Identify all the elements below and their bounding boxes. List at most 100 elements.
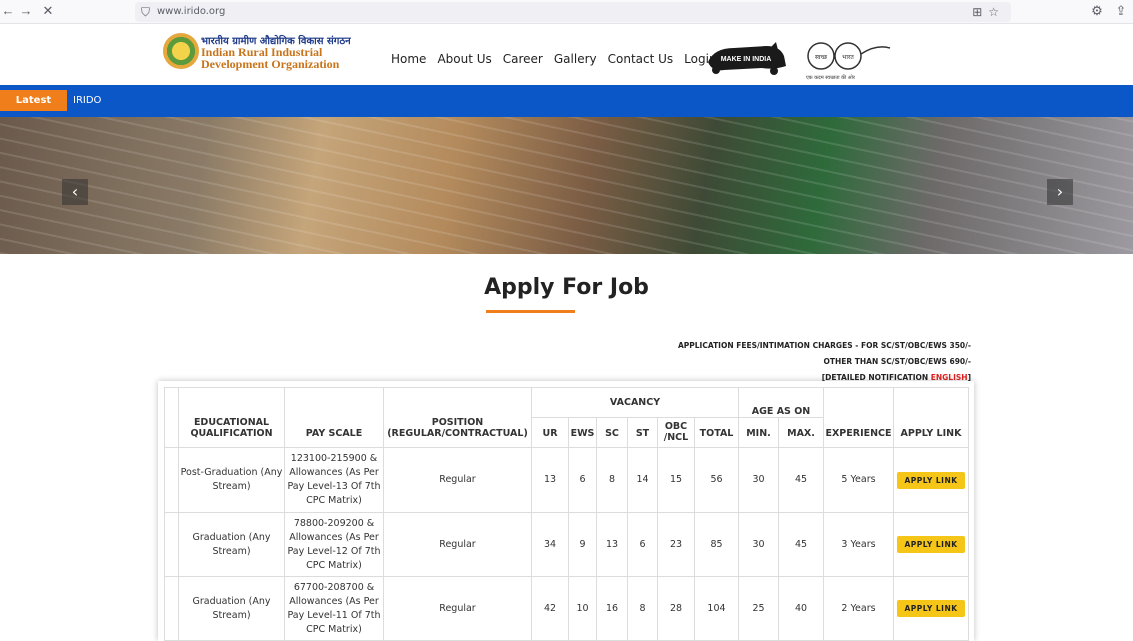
extension-icon[interactable]: ⚙ (1089, 3, 1105, 19)
cell-age-max: 45 (778, 512, 824, 577)
share-icon[interactable]: ⇪ (1113, 3, 1129, 19)
url-text[interactable]: www.irido.org (157, 5, 225, 19)
fees-line-2: OTHER THAN SC/ST/OBC/EWS 690/- (823, 357, 971, 366)
swachh-text: स्वच्छ (815, 54, 828, 61)
row-spacer (164, 512, 179, 577)
cell-total: 85 (694, 512, 739, 577)
cell-sc: 13 (596, 512, 628, 577)
vacancy-table: EDUCATIONAL QUALIFICATION PAY SCALE POSI… (164, 387, 969, 641)
header-obc: OBC /NCL (657, 417, 695, 448)
header-ews: EWS (568, 417, 597, 448)
header-apply-link: APPLY LINK (893, 387, 969, 448)
header-vacancy: VACANCY (531, 387, 739, 418)
cell-sc: 8 (596, 447, 628, 513)
table-row: Graduation (Any Stream) 67700-208700 & A… (164, 576, 969, 641)
make-in-india-text: MAKE IN INDIA (721, 56, 772, 63)
chevron-left-icon[interactable]: ‹ (62, 179, 88, 205)
title-underline (486, 310, 575, 313)
latest-news-ticker[interactable]: IRIDO (73, 94, 101, 108)
cell-position: Regular (383, 576, 532, 641)
header-position: POSITION (REGULAR/CONTRACTUAL) (383, 387, 532, 448)
chevron-right-icon[interactable]: › (1047, 179, 1073, 205)
browser-toolbar: ← → ✕ ⛉ www.irido.org ⊞☆ ⚙ ⇪ (0, 0, 1133, 24)
cell-experience: 3 Years (823, 512, 894, 577)
close-icon[interactable]: ✕ (40, 3, 56, 19)
apply-link-button[interactable]: APPLY LINK (897, 600, 965, 617)
header-pay-scale: PAY SCALE (284, 387, 384, 448)
header-qualification: EDUCATIONAL QUALIFICATION (178, 387, 285, 448)
cell-apply: APPLY LINK (893, 512, 969, 577)
cell-qualification: Post-Graduation (Any Stream) (178, 447, 285, 513)
header-age-max: MAX. (778, 417, 824, 448)
hero-image (0, 117, 1133, 254)
header-ur: UR (531, 417, 569, 448)
cell-ur: 13 (531, 447, 569, 513)
shield-icon[interactable]: ⛉ (141, 4, 150, 20)
table-row: Post-Graduation (Any Stream) 123100-2159… (164, 447, 969, 513)
cell-st: 14 (627, 447, 658, 513)
header-experience: EXPERIENCE (823, 387, 894, 448)
cell-ews: 10 (568, 576, 597, 641)
vacancy-table-card: EDUCATIONAL QUALIFICATION PAY SCALE POSI… (158, 381, 974, 641)
iriDo-emblem-logo[interactable] (163, 33, 199, 69)
main-nav: Home About Us Career Gallery Contact Us … (391, 51, 717, 67)
cell-pay-scale: 78800-209200 & Allowances (As Per Pay Le… (284, 512, 384, 577)
cell-age-min: 30 (738, 512, 779, 577)
cell-st: 8 (627, 576, 658, 641)
cell-obc: 23 (657, 512, 695, 577)
cell-age-max: 45 (778, 447, 824, 513)
header-st: ST (627, 417, 658, 448)
cell-total: 56 (694, 447, 739, 513)
cell-obc: 15 (657, 447, 695, 513)
bookmark-star-icon[interactable]: ⊞☆ (972, 4, 1005, 20)
forward-icon[interactable]: → (18, 3, 34, 19)
nav-contact-us[interactable]: Contact Us (608, 51, 674, 67)
cell-pay-scale: 67700-208700 & Allowances (As Per Pay Le… (284, 576, 384, 641)
cell-position: Regular (383, 447, 532, 513)
cell-qualification: Graduation (Any Stream) (178, 576, 285, 641)
logo-name-line2: Development Organization (201, 57, 340, 71)
cell-age-min: 25 (738, 576, 779, 641)
cell-pay-scale: 123100-215900 & Allowances (As Per Pay L… (284, 447, 384, 513)
swachh-tagline: एक कदम स्वच्छता की ओर (806, 74, 856, 81)
hero-slider: ‹ › (0, 117, 1133, 254)
cell-position: Regular (383, 512, 532, 577)
address-bar[interactable]: ⛉ www.irido.org ⊞☆ (135, 2, 1011, 22)
cell-sc: 16 (596, 576, 628, 641)
apply-link-button[interactable]: APPLY LINK (897, 536, 965, 553)
header-total: TOTAL (694, 417, 739, 448)
table-row: Graduation (Any Stream) 78800-209200 & A… (164, 512, 969, 577)
cell-qualification: Graduation (Any Stream) (178, 512, 285, 577)
header-spacer (164, 387, 179, 448)
header-sc: SC (596, 417, 628, 448)
nav-home[interactable]: Home (391, 51, 426, 67)
cell-ur: 42 (531, 576, 569, 641)
cell-age-max: 40 (778, 576, 824, 641)
header-age: AGE AS ON (738, 387, 824, 418)
nav-career[interactable]: Career (503, 51, 543, 67)
header-age-min: MIN. (738, 417, 779, 448)
cell-ur: 34 (531, 512, 569, 577)
page-title: Apply For Job (484, 275, 649, 300)
fees-note: APPLICATION FEES/INTIMATION CHARGES - FO… (678, 338, 971, 386)
make-in-india-logo: MAKE IN INDIA (708, 42, 786, 75)
cell-ews: 9 (568, 512, 597, 577)
cell-experience: 5 Years (823, 447, 894, 513)
apply-link-button[interactable]: APPLY LINK (897, 471, 965, 489)
cell-apply: APPLY LINK (893, 576, 969, 641)
back-icon[interactable]: ← (0, 3, 16, 19)
nav-gallery[interactable]: Gallery (554, 51, 597, 67)
fees-line-1: APPLICATION FEES/INTIMATION CHARGES - FO… (677, 341, 971, 350)
cell-experience: 2 Years (823, 576, 894, 641)
nav-about-us[interactable]: About Us (437, 51, 491, 67)
cell-apply: APPLY LINK (893, 447, 969, 513)
cell-age-min: 30 (738, 447, 779, 513)
row-spacer (164, 576, 179, 641)
swachh-bharat-logo: स्वच्छ भारत एक कदम स्वच्छता की ओर (806, 42, 891, 81)
latest-news-label: Latest News (0, 90, 67, 127)
site-header: भारतीय ग्रामीण औद्योगिक विकास संगठन Indi… (0, 24, 1133, 85)
bharat-text: भारत (842, 54, 854, 61)
cell-ews: 6 (568, 447, 597, 513)
cell-obc: 28 (657, 576, 695, 641)
cell-st: 6 (627, 512, 658, 577)
